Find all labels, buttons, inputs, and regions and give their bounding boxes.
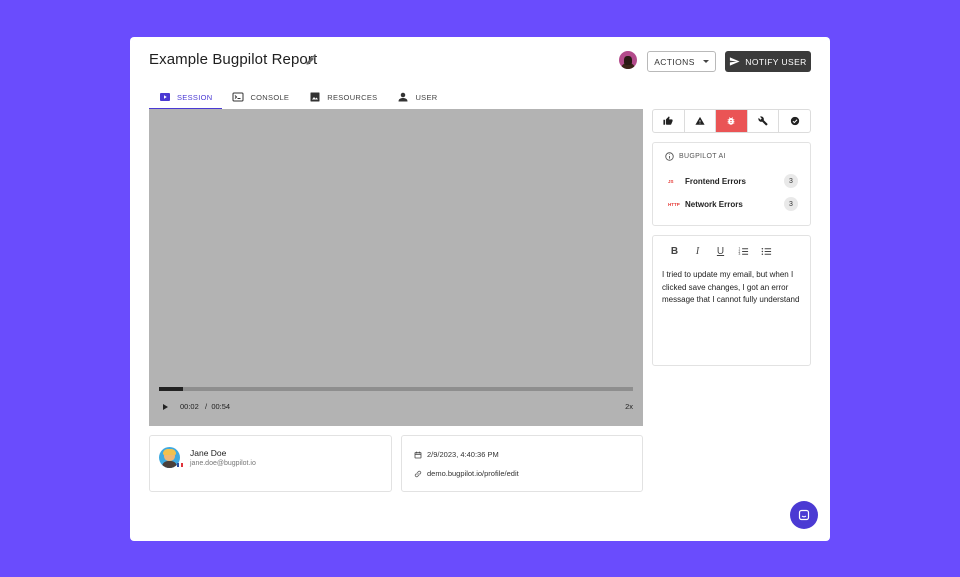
progress-fill bbox=[159, 387, 183, 391]
notify-user-button[interactable]: NOTIFY USER bbox=[725, 51, 811, 72]
notify-user-label: NOTIFY USER bbox=[745, 56, 807, 67]
check-circle-icon bbox=[790, 116, 799, 126]
network-errors-row[interactable]: HTTP Network Errors 3 bbox=[668, 197, 798, 211]
warning-icon bbox=[695, 116, 705, 125]
current-time: 00:02 bbox=[180, 402, 199, 411]
tab-user-label: USER bbox=[415, 92, 438, 102]
tab-console[interactable]: CONSOLE bbox=[222, 84, 299, 110]
page-title: Example Bugpilot Report bbox=[149, 51, 318, 68]
actions-button[interactable]: ACTIONS bbox=[647, 51, 716, 72]
network-errors-label: Network Errors bbox=[685, 199, 743, 209]
timestamp-row: 2/9/2023, 4:40:36 PM bbox=[414, 450, 499, 459]
terminal-icon bbox=[232, 92, 244, 102]
status-toolbar bbox=[652, 109, 811, 133]
person-icon bbox=[398, 92, 408, 102]
thumbs-up-button[interactable] bbox=[653, 110, 685, 132]
warning-button[interactable] bbox=[685, 110, 717, 132]
frontend-errors-count: 3 bbox=[784, 174, 798, 188]
session-meta-panel: 2/9/2023, 4:40:36 PM demo.bugpilot.io/pr… bbox=[401, 435, 643, 492]
bugpilot-ai-panel: BUGPILOT AI JS Frontend Errors 3 HTTP Ne… bbox=[652, 142, 811, 226]
report-card: Example Bugpilot Report ACTIONS NOTIFY U… bbox=[130, 37, 830, 541]
session-player[interactable]: 00:02 / 00:54 2x bbox=[149, 109, 643, 426]
http-tag: HTTP bbox=[668, 201, 680, 207]
thumbs-up-icon bbox=[663, 116, 673, 125]
calendar-icon bbox=[414, 451, 422, 458]
ai-heading-label: BUGPILOT AI bbox=[679, 153, 726, 160]
page-url[interactable]: demo.bugpilot.io/profile/edit bbox=[427, 469, 519, 478]
tab-resources-label: RESOURCES bbox=[327, 92, 378, 102]
js-tag: JS bbox=[668, 178, 674, 184]
ai-heading: BUGPILOT AI bbox=[665, 152, 726, 161]
tab-user[interactable]: USER bbox=[387, 84, 447, 110]
chat-icon bbox=[798, 509, 810, 521]
tab-session-label: SESSION bbox=[177, 92, 213, 102]
tab-session[interactable]: SESSION bbox=[149, 84, 223, 110]
timestamp: 2/9/2023, 4:40:36 PM bbox=[427, 450, 499, 459]
resolve-button[interactable] bbox=[779, 110, 810, 132]
wrench-icon bbox=[758, 116, 768, 126]
frontend-errors-label: Frontend Errors bbox=[685, 176, 746, 186]
url-row: demo.bugpilot.io/profile/edit bbox=[414, 469, 519, 478]
user-info-panel: Jane Doe jane.doe@bugpilot.io bbox=[149, 435, 392, 492]
time-display: 00:02 / 00:54 bbox=[180, 402, 230, 411]
wrench-button[interactable] bbox=[748, 110, 780, 132]
duration: 00:54 bbox=[211, 402, 231, 411]
playback-speed[interactable]: 2x bbox=[625, 402, 633, 411]
italic-icon[interactable]: I bbox=[692, 246, 703, 257]
actions-label: ACTIONS bbox=[654, 56, 695, 67]
numbered-list-icon[interactable]: 123 bbox=[738, 246, 749, 257]
user-email: jane.doe@bugpilot.io bbox=[190, 460, 256, 467]
tab-console-label: CONSOLE bbox=[250, 92, 290, 102]
bug-button[interactable] bbox=[716, 110, 748, 132]
frontend-errors-row[interactable]: JS Frontend Errors 3 bbox=[668, 174, 798, 188]
bug-icon bbox=[728, 117, 735, 125]
chat-button[interactable] bbox=[790, 501, 818, 529]
format-toolbar: B I U 123 bbox=[669, 246, 772, 257]
tab-bar: SESSION CONSOLE RESOURCES USER bbox=[149, 84, 448, 110]
underline-icon[interactable]: U bbox=[715, 246, 726, 257]
info-icon bbox=[665, 152, 674, 161]
pencil-icon[interactable] bbox=[305, 54, 317, 66]
avatar[interactable] bbox=[619, 51, 637, 69]
progress-bar[interactable] bbox=[159, 387, 633, 391]
france-flag-icon bbox=[177, 463, 183, 467]
tab-resources[interactable]: RESOURCES bbox=[299, 84, 387, 110]
play-icon[interactable] bbox=[163, 404, 168, 410]
image-icon bbox=[310, 92, 320, 102]
user-note-panel[interactable]: B I U 123 I tried to update my email, bu… bbox=[652, 235, 811, 366]
user-name: Jane Doe bbox=[190, 448, 227, 458]
network-errors-count: 3 bbox=[784, 197, 798, 211]
play-icon bbox=[160, 93, 170, 101]
time-separator: / bbox=[205, 402, 208, 411]
send-icon bbox=[730, 57, 740, 66]
bold-icon[interactable]: B bbox=[669, 246, 680, 257]
svg-text:3: 3 bbox=[738, 252, 740, 256]
caret-down-icon bbox=[702, 60, 709, 63]
user-note-text[interactable]: I tried to update my email, but when I c… bbox=[662, 269, 804, 307]
link-icon bbox=[414, 470, 422, 477]
bullet-list-icon[interactable] bbox=[761, 246, 772, 257]
